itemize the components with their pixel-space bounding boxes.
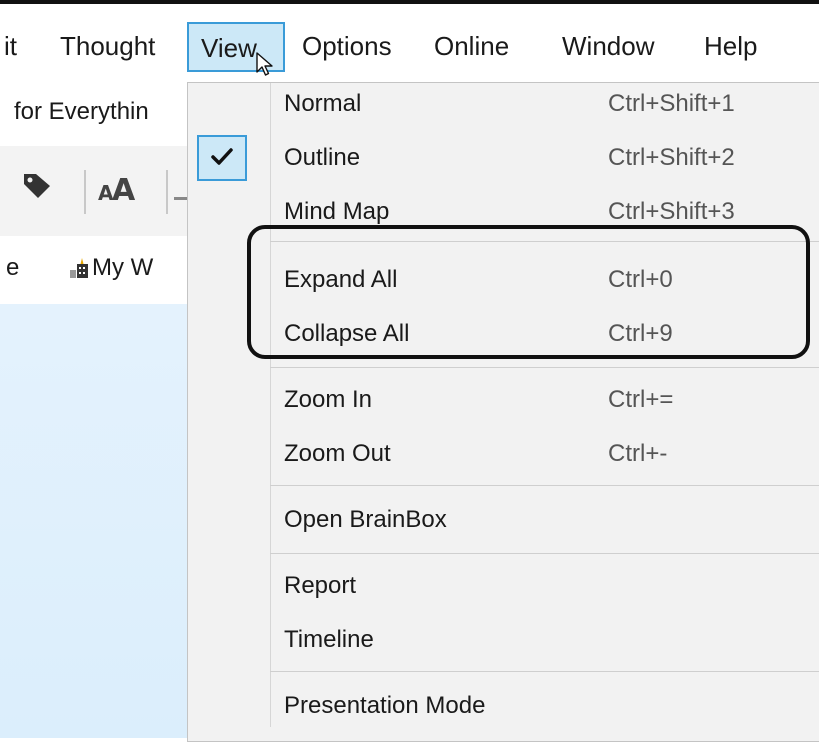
menu-item-label: Open BrainBox xyxy=(284,506,447,533)
menu-item-label: Outline xyxy=(284,144,361,171)
annotation-highlight-box xyxy=(247,225,810,359)
menu-item-timeline[interactable]: Timeline xyxy=(188,613,819,667)
menu-item-shortcut: Ctrl+Shift+1 xyxy=(608,90,735,117)
menu-item-outline[interactable]: Outline Ctrl+Shift+2 xyxy=(188,131,819,185)
menu-separator xyxy=(270,367,819,368)
app-window-background: for Everythin A A e My W xyxy=(0,84,188,738)
menu-item-label: Report xyxy=(284,572,357,599)
menu-window[interactable]: Window xyxy=(562,22,674,72)
mouse-cursor-icon xyxy=(256,52,274,83)
menu-separator xyxy=(270,553,819,554)
menu-item-label: Timeline xyxy=(284,626,374,653)
menu-thought[interactable]: Thought xyxy=(60,22,180,72)
tab-my-workspace[interactable]: My W xyxy=(92,254,153,282)
outline-canvas[interactable] xyxy=(0,304,188,738)
toolbar: A A xyxy=(0,146,188,236)
tab-strip: e My W xyxy=(0,236,188,305)
menu-item-report[interactable]: Report xyxy=(188,559,819,613)
menu-options[interactable]: Options xyxy=(302,22,412,72)
menu-item-label: Presentation Mode xyxy=(284,692,486,719)
menu-item-shortcut: Ctrl+Shift+2 xyxy=(608,144,735,171)
view-menu-dropdown: Normal Ctrl+Shift+1 Outline Ctrl+Shift+2… xyxy=(187,82,819,742)
menu-item-label: Normal xyxy=(284,90,362,117)
menu-separator xyxy=(270,671,819,672)
tab-partial[interactable]: e xyxy=(6,254,19,282)
menu-item-zoom-out[interactable]: Zoom Out Ctrl+- xyxy=(188,427,819,481)
window-title: for Everythin xyxy=(14,98,149,125)
font-size-icon[interactable]: A A xyxy=(98,170,142,211)
menu-item-open-brainbox[interactable]: Open BrainBox xyxy=(188,493,819,547)
menu-edit[interactable]: it xyxy=(0,22,40,72)
menu-item-normal[interactable]: Normal Ctrl+Shift+1 xyxy=(188,77,819,131)
menu-separator xyxy=(270,485,819,486)
menu-item-label: Zoom In xyxy=(284,386,373,413)
menu-item-shortcut: Ctrl+= xyxy=(608,386,674,413)
house-icon xyxy=(68,258,90,285)
menu-item-presentation-mode[interactable]: Presentation Mode xyxy=(188,679,819,733)
svg-text:A: A xyxy=(112,173,136,206)
menu-help[interactable]: Help xyxy=(704,22,774,72)
tag-icon[interactable] xyxy=(20,168,54,207)
toolbar-divider xyxy=(166,170,168,214)
menu-online[interactable]: Online xyxy=(434,22,534,72)
menu-bar: it Thought View Options Online Window He… xyxy=(0,4,819,84)
dash-icon[interactable] xyxy=(174,188,188,206)
toolbar-divider xyxy=(84,170,86,214)
menu-item-label: Zoom Out xyxy=(284,440,391,467)
menu-item-zoom-in[interactable]: Zoom In Ctrl+= xyxy=(188,373,819,427)
menu-item-shortcut: Ctrl+- xyxy=(608,440,668,467)
